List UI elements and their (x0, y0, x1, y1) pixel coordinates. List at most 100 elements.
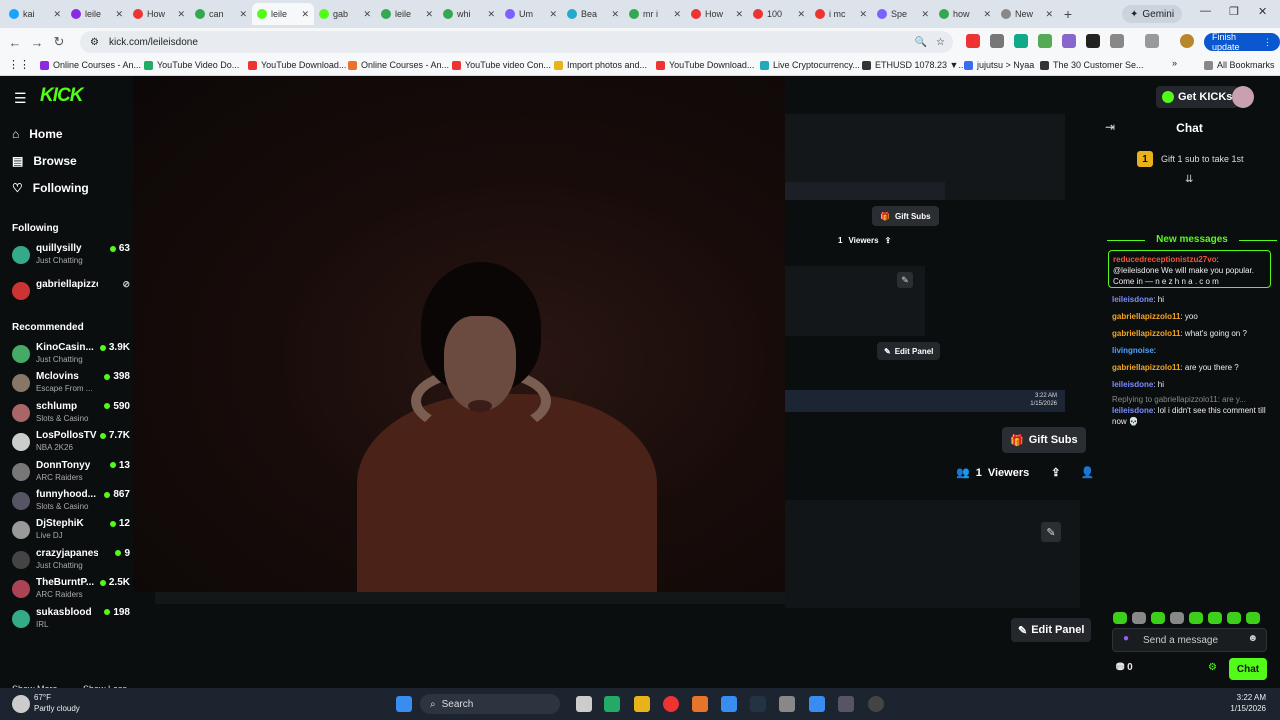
close-tab-icon[interactable]: ✕ (983, 9, 991, 20)
chat-username[interactable]: gabriellapizzolo11 (1112, 363, 1180, 372)
forward-icon[interactable]: → (26, 35, 48, 50)
emote-icon[interactable] (1227, 612, 1241, 624)
maximize-icon[interactable]: ❐ (1229, 5, 1239, 18)
close-tab-icon[interactable]: ✕ (487, 9, 495, 20)
close-tab-icon[interactable]: ✕ (425, 9, 433, 20)
browser-tab[interactable]: i mc ✕ (810, 3, 872, 25)
extension-icon[interactable] (1014, 34, 1028, 48)
file-explorer-icon[interactable] (634, 696, 650, 712)
extension-icon[interactable] (1086, 34, 1100, 48)
chat-username[interactable]: leileisdone (1112, 380, 1153, 389)
chat-username[interactable]: leileisdone (1112, 406, 1153, 415)
reload-icon[interactable]: ↻ (48, 34, 70, 50)
emote-icon[interactable] (1246, 612, 1260, 624)
emote-icon[interactable] (1113, 612, 1127, 624)
extension-icon[interactable] (990, 34, 1004, 48)
chat-send-button[interactable]: Chat (1229, 658, 1267, 680)
settings-icon[interactable] (779, 696, 795, 712)
media-icon[interactable] (868, 696, 884, 712)
site-info-icon[interactable]: ⚙ (90, 37, 99, 48)
channel-item[interactable]: DonnTonyy ARC Raiders 13 (12, 460, 130, 486)
close-tab-icon[interactable]: ✕ (301, 9, 309, 20)
zoom-icon[interactable]: 🔍 (915, 37, 927, 48)
channel-item[interactable]: gabriellapizzol...⊘ (12, 279, 130, 305)
browser-tab[interactable]: can ✕ (190, 3, 252, 25)
chat-username[interactable]: leileisdone (1112, 295, 1153, 304)
browser-tab[interactable]: gab ✕ (314, 3, 376, 25)
browser-tab[interactable]: Um ✕ (500, 3, 562, 25)
taskbar-search[interactable]: ⌕ Search (420, 694, 560, 714)
finish-update-button[interactable]: Finish update ⋮ (1204, 32, 1280, 52)
extension-icon[interactable] (1038, 34, 1052, 48)
channel-item[interactable]: DjStephiK Live DJ 12 (12, 518, 130, 544)
kicks-balance[interactable]: ⛃ 0 (1116, 662, 1133, 673)
close-tab-icon[interactable]: ✕ (239, 9, 247, 20)
get-kicks-button[interactable]: Get KICKs (1156, 86, 1239, 108)
channel-item[interactable]: crazyjapanese Just Chatting 9 (12, 548, 130, 574)
close-tab-icon[interactable]: ✕ (115, 9, 123, 20)
weather-widget[interactable]: 67°F Partly cloudy (34, 692, 80, 714)
close-tab-icon[interactable]: ✕ (53, 9, 61, 20)
browser-tab[interactable]: whi ✕ (438, 3, 500, 25)
browser-tab[interactable]: New ✕ (996, 3, 1058, 25)
bookmark-item[interactable]: ETHUSD 1078.23 ▼... (862, 60, 966, 70)
close-tab-icon[interactable]: ✕ (177, 9, 185, 20)
browser-tab[interactable]: how ✕ (934, 3, 996, 25)
back-icon[interactable]: ← (4, 35, 26, 50)
channel-item[interactable]: quillysilly Just Chatting 63 (12, 243, 130, 269)
close-tab-icon[interactable]: ✕ (859, 9, 867, 20)
emoji-icon[interactable]: ☻ (1247, 633, 1258, 644)
extension-icon[interactable] (1062, 34, 1076, 48)
browser-tab[interactable]: leile ✕ (252, 3, 314, 25)
gift-sub-banner[interactable]: 1 Gift 1 sub to take 1st (1137, 151, 1244, 167)
url-input[interactable]: ⚙ kick.com/leileisdone 🔍 ☆ (80, 31, 953, 53)
bookmark-item[interactable]: YouTube Download... (656, 60, 754, 70)
app-icon[interactable] (604, 696, 620, 712)
chat-username[interactable]: gabriellapizzolo11 (1112, 312, 1180, 321)
browser-tab[interactable]: leile ✕ (376, 3, 438, 25)
emote-icon[interactable] (1189, 612, 1203, 624)
close-window-icon[interactable]: ✕ (1258, 5, 1267, 18)
bookmark-item[interactable]: The 30 Customer Se... (1040, 60, 1144, 70)
gift-subs-button[interactable]: 🎁 Gift Subs (1002, 427, 1086, 453)
bookmark-item[interactable]: YouTube video Con... (452, 60, 551, 70)
chat-username[interactable]: gabriellapizzolo11 (1112, 329, 1180, 338)
close-tab-icon[interactable]: ✕ (797, 9, 805, 20)
nav-browse[interactable]: ▤ Browse (12, 154, 77, 168)
close-tab-icon[interactable]: ✕ (673, 9, 681, 20)
bookmark-item[interactable]: YouTube Download... (248, 60, 346, 70)
bookmark-star-icon[interactable]: ☆ (936, 37, 945, 48)
taskbar-clock[interactable]: 3:22 AM 1/15/2026 (1230, 692, 1266, 714)
emote-icon[interactable] (1170, 612, 1184, 624)
extension-icon[interactable] (966, 34, 980, 48)
browser-tab[interactable]: Spe ✕ (872, 3, 934, 25)
nav-following[interactable]: ♡ Following (12, 181, 89, 195)
task-view-icon[interactable] (576, 696, 592, 712)
video-player[interactable] (133, 76, 785, 594)
kick-logo[interactable]: KICK (40, 85, 83, 107)
bookmark-item[interactable]: YouTube Video Do... (144, 60, 239, 70)
menu-icon[interactable]: ☰ (14, 90, 27, 107)
emote-bar[interactable] (1113, 612, 1260, 624)
chat-settings-icon[interactable]: ⚙ (1208, 662, 1217, 673)
extensions-puzzle-icon[interactable] (1110, 34, 1124, 48)
bookmark-item[interactable]: jujutsu > Nyaa (964, 60, 1034, 70)
close-tab-icon[interactable]: ✕ (1045, 9, 1053, 20)
close-tab-icon[interactable]: ✕ (549, 9, 557, 20)
bookmark-item[interactable]: Online Courses - An... (40, 60, 141, 70)
channel-item[interactable]: KinoCasin... Just Chatting 3.9K (12, 342, 130, 368)
channel-item[interactable]: TheBurntP... ARC Raiders 2.5K (12, 577, 130, 603)
app-icon[interactable] (809, 696, 825, 712)
chat-input[interactable]: ● Send a message ☻ (1112, 628, 1267, 652)
close-tab-icon[interactable]: ✕ (735, 9, 743, 20)
user-avatar[interactable] (1232, 86, 1254, 108)
all-bookmarks[interactable]: All Bookmarks (1204, 60, 1275, 70)
channel-item[interactable]: schlump Slots & Casino 590 (12, 401, 130, 427)
browser-tab[interactable]: Bea ✕ (562, 3, 624, 25)
blender-icon[interactable] (692, 696, 708, 712)
apps-icon[interactable]: ⋮⋮ (8, 58, 30, 71)
emote-icon[interactable] (1132, 612, 1146, 624)
chevron-down-icon[interactable]: ⇊ (1185, 174, 1193, 185)
steam-icon[interactable] (750, 696, 766, 712)
emote-icon[interactable] (1151, 612, 1165, 624)
